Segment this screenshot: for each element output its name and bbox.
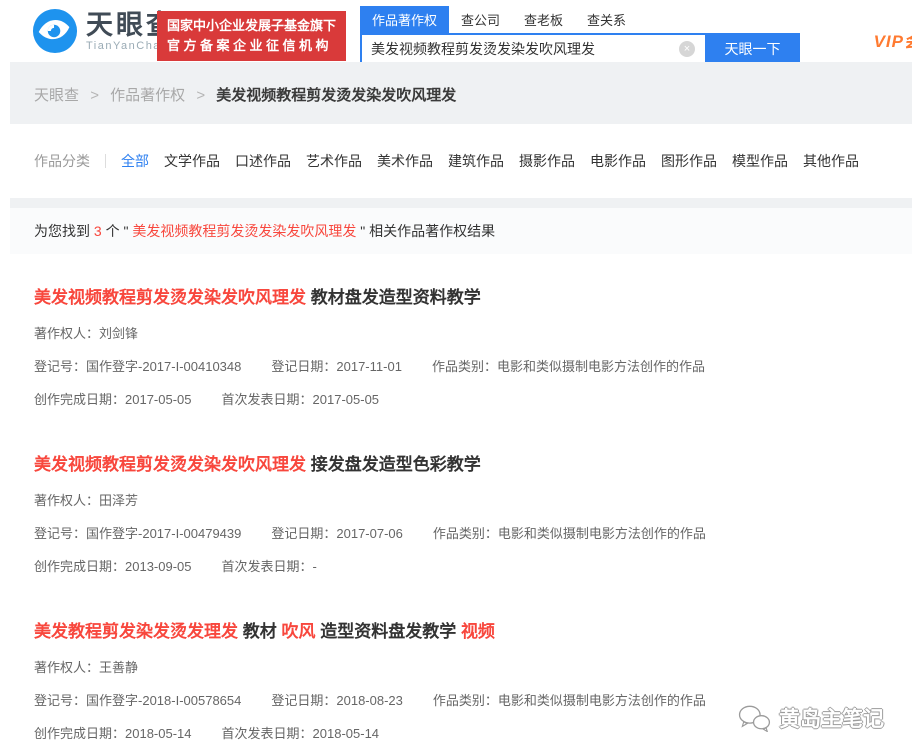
owner-field: 著作权人：田泽芳 [34,493,139,508]
title-text-part: 美发视频教程剪发烫发染发吹风理发 [34,288,306,307]
breadcrumb-separator: > [196,87,206,104]
search-tab[interactable]: 作品著作权 [360,6,450,33]
creation-date-field: 创作完成日期：2013-09-05 [34,559,192,574]
publish-date-field: 首次发表日期：2018-05-14 [221,726,380,741]
tianyancha-eye-icon [32,8,78,54]
category-tab[interactable]: 其他作品 [803,151,859,171]
breadcrumb-separator: > [90,87,99,104]
search-button[interactable]: 天眼一下 [705,33,800,65]
category-tab[interactable]: 艺术作品 [306,151,362,171]
breadcrumb-section[interactable]: 作品著作权 [110,87,185,104]
title-text-part: 美发视频教程剪发烫发染发吹风理发 [34,455,306,474]
registration-number-field: 登记号：国作登字-2017-I-00410348 [34,359,242,374]
publish-date-field: 首次发表日期：2017-05-05 [221,392,380,407]
search-tabs: 作品著作权 查公司 查老板 查关系 [360,6,800,33]
category-filter-panel: 作品分类 全部 文学作品 口述作品 艺术作品 美术作品 建筑作品 摄影作品 电影… [10,124,912,198]
search-tab[interactable]: 查公司 [449,6,512,33]
copyright-result-card: 美发教程剪发染发烫发理发 教材 吹风 造型资料盘发教学 视频 著作权人：王善静 [34,602,888,747]
category-tab[interactable]: 建筑作品 [448,151,504,171]
copyright-result-card: 美发视频教程剪发烫发染发吹风理发 教材盘发造型资料教学 著作权人：刘剑锋 登记号… [34,268,888,435]
summary-text-part: 美发视频教程剪发烫发染发吹风理发 [132,223,357,239]
registration-number-field: 登记号：国作登字-2018-I-00578654 [34,693,242,708]
results-list: 美发视频教程剪发烫发染发吹风理发 教材盘发造型资料教学 著作权人：刘剑锋 登记号… [10,254,912,747]
category-tabs: 全部 文学作品 口述作品 艺术作品 美术作品 建筑作品 摄影作品 电影作品 图形… [121,151,859,171]
creation-date-field: 创作完成日期：2018-05-14 [34,726,192,741]
registration-number-field: 登记号：国作登字-2017-I-00479439 [34,526,242,541]
registration-date-field: 登记日期：2017-11-01 [271,359,402,374]
registration-date-field: 登记日期：2018-08-23 [271,693,403,708]
results-summary: 为您找到 3 个 " 美发视频教程剪发烫发染发吹风理发 " 相关作品著作权结果 [10,208,912,254]
vip-link[interactable]: VIP会 [874,27,912,52]
title-text-part: 吹风 [281,622,316,641]
search-tab[interactable]: 查关系 [575,6,638,33]
official-badge: 国家中小企业发展子基金旗下 官方备案企业征信机构 [157,11,347,61]
category-tab[interactable]: 电影作品 [590,151,646,171]
result-title[interactable]: 美发视频教程剪发烫发染发吹风理发 接发盘发造型色彩教学 [34,453,888,477]
filter-label: 作品分类 [34,153,90,169]
copyright-result-card: 美发视频教程剪发烫发染发吹风理发 接发盘发造型色彩教学 著作权人：田泽芳 登记号… [34,435,888,602]
result-title[interactable]: 美发视频教程剪发烫发染发吹风理发 教材盘发造型资料教学 [34,286,888,310]
work-category-field: 作品类别：电影和类似摄制电影方法创作的作品 [431,359,705,374]
search-tab[interactable]: 查老板 [512,6,575,33]
breadcrumb: 天眼查 > 作品著作权 > 美发视频教程剪发烫发染发吹风理发 [10,62,912,106]
summary-text-part: 3 [93,223,102,239]
owner-field: 著作权人：王善静 [34,660,139,675]
title-text-part: 教材 [242,622,277,641]
site-header: 天眼查 TianYanCha.com 国家中小企业发展子基金旗下 官方备案企业征… [0,0,912,65]
page-content: 天眼查 > 作品著作权 > 美发视频教程剪发烫发染发吹风理发 作品分类 全部 文… [10,62,912,747]
badge-line-2: 官方备案企业征信机构 [167,38,333,53]
category-tab[interactable]: 摄影作品 [519,151,575,171]
search-input[interactable] [360,33,705,65]
category-tab[interactable]: 美术作品 [377,151,433,171]
breadcrumb-current: 美发视频教程剪发烫发染发吹风理发 [216,87,457,104]
owner-field: 著作权人：刘剑锋 [34,326,139,341]
title-text-part: 美发教程剪发染发烫发理发 [34,622,238,641]
category-tab[interactable]: 图形作品 [661,151,717,171]
badge-line-1: 国家中小企业发展子基金旗下 [167,18,337,33]
category-tab[interactable]: 模型作品 [732,151,788,171]
creation-date-field: 创作完成日期：2017-05-05 [34,392,192,407]
clear-search-icon[interactable]: × [679,41,695,57]
title-text-part: 视频 [460,622,495,641]
title-text-part: 接发盘发造型色彩教学 [310,455,481,474]
result-title[interactable]: 美发教程剪发染发烫发理发 教材 吹风 造型资料盘发教学 视频 [34,620,888,644]
title-text-part: 教材盘发造型资料教学 [310,288,481,307]
category-tab[interactable]: 口述作品 [235,151,291,171]
results-panel: 为您找到 3 个 " 美发视频教程剪发烫发染发吹风理发 " 相关作品著作权结果 … [10,208,912,747]
filter-divider [105,154,106,168]
category-tab[interactable]: 文学作品 [164,151,220,171]
breadcrumb-home[interactable]: 天眼查 [34,87,79,104]
category-tab[interactable]: 全部 [121,151,149,171]
title-text-part: 造型资料盘发教学 [320,622,457,641]
summary-text-part: 个 " [105,223,133,239]
summary-text-part: 为您找到 [34,223,94,239]
registration-date-field: 登记日期：2017-07-06 [271,526,403,541]
work-category-field: 作品类别：电影和类似摄制电影方法创作的作品 [432,526,706,541]
search-area: 作品著作权 查公司 查老板 查关系 × 天眼一下 [360,6,800,65]
work-category-field: 作品类别：电影和类似摄制电影方法创作的作品 [432,693,706,708]
summary-text-part: " 相关作品著作权结果 [360,223,496,239]
publish-date-field: 首次发表日期：- [221,559,317,574]
